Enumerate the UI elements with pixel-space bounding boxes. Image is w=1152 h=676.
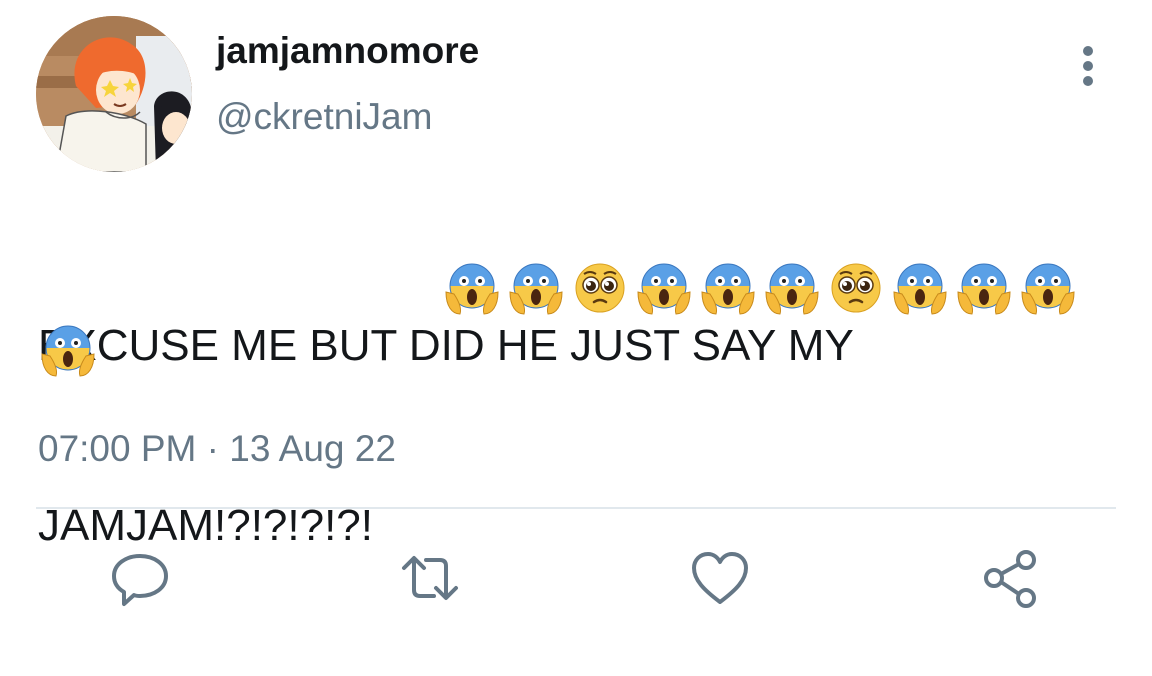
scream-emoji-icon <box>508 260 564 316</box>
author-handle[interactable]: @ckretniJam <box>216 96 432 138</box>
scream-emoji-icon <box>956 260 1012 316</box>
share-button[interactable] <box>978 546 1042 610</box>
scream-emoji-icon <box>1020 260 1076 316</box>
scream-emoji-icon <box>636 260 692 316</box>
scream-emoji-icon <box>444 260 500 316</box>
author-display-name[interactable]: jamjamnomore <box>216 30 479 72</box>
tweet-card: jamjamnomore @ckretniJam EXCUSE ME BUT D… <box>0 0 1152 648</box>
scream-emoji-icon <box>40 322 96 378</box>
pleading-face-emoji-icon <box>572 260 628 316</box>
tweet-timestamp[interactable]: 07:00 PM · 13 Aug 22 <box>38 428 396 470</box>
tweet-text-line-2: JAMJAM!?!?!?!?! <box>38 501 374 550</box>
anime-character-avatar-icon <box>36 16 192 172</box>
divider <box>36 507 1116 509</box>
scream-emoji-icon <box>700 260 756 316</box>
like-button[interactable] <box>688 546 752 610</box>
share-icon <box>984 550 1036 608</box>
retweet-icon <box>402 556 458 600</box>
scream-emoji-icon <box>764 260 820 316</box>
emoji-sequence <box>38 256 1118 386</box>
reply-icon <box>112 554 168 606</box>
scream-emoji-icon <box>892 260 948 316</box>
pleading-face-emoji-icon <box>828 260 884 316</box>
heart-icon <box>692 552 748 604</box>
more-options-button[interactable] <box>1068 44 1108 88</box>
reply-button[interactable] <box>108 546 172 610</box>
author-avatar[interactable] <box>36 16 192 172</box>
retweet-button[interactable] <box>398 546 462 610</box>
